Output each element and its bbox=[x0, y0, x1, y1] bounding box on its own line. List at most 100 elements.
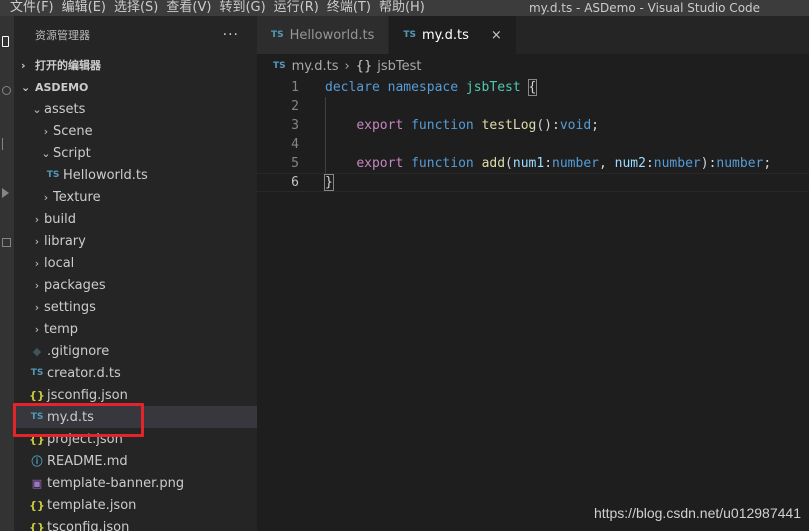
tree-label: settings bbox=[44, 299, 96, 315]
tree-label: temp bbox=[44, 321, 79, 337]
tree-label: template-banner.png bbox=[47, 475, 185, 491]
chevron-right-icon: › bbox=[21, 58, 26, 72]
more-actions-icon[interactable]: ··· bbox=[223, 27, 239, 43]
tree-label: creator.d.ts bbox=[47, 365, 121, 381]
code-line-2[interactable]: 2 bbox=[257, 97, 809, 116]
json-file-icon: {} bbox=[29, 520, 45, 531]
run-debug-icon[interactable] bbox=[2, 188, 9, 198]
git-file-icon: ◆ bbox=[32, 344, 42, 358]
chevron-right-icon: › bbox=[43, 124, 49, 138]
tree-label: Scene bbox=[53, 123, 93, 139]
project-label: ASDEMO bbox=[35, 80, 89, 94]
source-control-icon[interactable] bbox=[2, 138, 7, 150]
tab-my-d-ts[interactable]: TS my.d.ts × bbox=[389, 16, 517, 54]
explorer-header: 资源管理器 ··· bbox=[14, 16, 257, 54]
watermark: https://blog.csdn.net/u012987441 bbox=[593, 505, 801, 521]
code-text: export function add(num1:number, num2:nu… bbox=[356, 156, 772, 171]
tree-folder-script[interactable]: ⌄ Script bbox=[14, 142, 257, 164]
editor-tabs: TS Helloworld.ts TS my.d.ts × bbox=[257, 16, 809, 54]
tree-file-tsconfig[interactable]: {} tsconfig.json bbox=[14, 516, 257, 531]
breadcrumb-symbol[interactable]: jsbTest bbox=[377, 59, 421, 74]
tree-folder-local[interactable]: › local bbox=[14, 252, 257, 274]
tree-label: library bbox=[44, 233, 86, 249]
tree-label: jsconfig.json bbox=[47, 387, 128, 403]
activity-bar bbox=[0, 16, 14, 531]
code-text: declare namespace jsbTest { bbox=[325, 79, 538, 96]
json-file-icon: {} bbox=[29, 498, 45, 512]
tree-label: tsconfig.json bbox=[47, 519, 130, 531]
tree-folder-packages[interactable]: › packages bbox=[14, 274, 257, 296]
chevron-down-icon: ⌄ bbox=[32, 102, 42, 116]
code-line-3[interactable]: 3 export function testLog():void; bbox=[257, 116, 809, 135]
breadcrumb-file[interactable]: my.d.ts bbox=[292, 59, 339, 74]
tree-file-creator[interactable]: TS creator.d.ts bbox=[14, 362, 257, 384]
image-file-icon: ▣ bbox=[31, 476, 43, 490]
tree-file-readme[interactable]: ⓘ README.md bbox=[14, 450, 257, 472]
code-editor[interactable]: 1 declare namespace jsbTest { 2 3 export… bbox=[257, 78, 809, 192]
open-editors-label: 打开的编辑器 bbox=[35, 59, 101, 72]
tab-label: my.d.ts bbox=[422, 27, 469, 43]
tree-folder-temp[interactable]: › temp bbox=[14, 318, 257, 340]
tree-folder-assets[interactable]: ⌄ assets bbox=[14, 98, 257, 120]
tree-folder-texture[interactable]: › Texture bbox=[14, 186, 257, 208]
extensions-icon[interactable] bbox=[2, 238, 11, 247]
code-line-5[interactable]: 5 export function add(num1:number, num2:… bbox=[257, 154, 809, 173]
line-number: 2 bbox=[291, 99, 299, 114]
tree-file-gitignore[interactable]: ◆ .gitignore bbox=[14, 340, 257, 362]
namespace-icon: {} bbox=[355, 58, 373, 74]
code-line-6[interactable]: 6 } bbox=[257, 173, 809, 192]
tab-helloworld[interactable]: TS Helloworld.ts bbox=[257, 16, 390, 54]
tree-folder-build[interactable]: › build bbox=[14, 208, 257, 230]
tree-label: local bbox=[44, 255, 75, 271]
tree-folder-library[interactable]: › library bbox=[14, 230, 257, 252]
line-number: 6 bbox=[291, 175, 299, 190]
tree-file-helloworld[interactable]: TS Helloworld.ts bbox=[14, 164, 257, 186]
search-icon[interactable] bbox=[2, 86, 11, 95]
breadcrumb: TS my.d.ts › {} jsbTest bbox=[257, 54, 809, 78]
chevron-right-icon: › bbox=[34, 212, 40, 226]
explorer-sidebar: 资源管理器 ··· › 打开的编辑器 ⌄ ASDEMO ⌄ assets › S… bbox=[14, 16, 257, 531]
typescript-file-icon: TS bbox=[273, 61, 286, 71]
tree-label: template.json bbox=[47, 497, 137, 513]
tree-label: README.md bbox=[47, 453, 128, 469]
tree-label: build bbox=[44, 211, 76, 227]
code-text: } bbox=[324, 174, 334, 191]
line-number: 5 bbox=[291, 156, 299, 171]
tree-label: .gitignore bbox=[47, 343, 110, 359]
line-number: 4 bbox=[291, 137, 299, 152]
project-section[interactable]: ⌄ ASDEMO bbox=[14, 76, 257, 98]
chevron-right-icon: › bbox=[344, 58, 350, 74]
chevron-right-icon: › bbox=[34, 278, 40, 292]
typescript-file-icon: TS bbox=[46, 170, 60, 180]
window-title: my.d.ts - ASDemo - Visual Studio Code bbox=[528, 1, 761, 15]
editor-area: TS Helloworld.ts TS my.d.ts × TS my.d.ts… bbox=[257, 16, 809, 531]
tree-file-template-json[interactable]: {} template.json bbox=[14, 494, 257, 516]
code-line-4[interactable]: 4 bbox=[257, 135, 809, 154]
chevron-right-icon: › bbox=[34, 300, 40, 314]
chevron-down-icon: ⌄ bbox=[21, 80, 31, 94]
tab-label: Helloworld.ts bbox=[289, 27, 375, 43]
chevron-right-icon: › bbox=[43, 190, 49, 204]
tree-label: Texture bbox=[53, 189, 101, 205]
close-icon[interactable]: × bbox=[491, 28, 502, 43]
tree-file-banner[interactable]: ▣ template-banner.png bbox=[14, 472, 257, 494]
tree-label: packages bbox=[44, 277, 106, 293]
line-number: 1 bbox=[291, 80, 299, 95]
tree-label: assets bbox=[44, 101, 86, 117]
open-editors-section[interactable]: › 打开的编辑器 bbox=[14, 54, 257, 76]
explorer-title: 资源管理器 bbox=[35, 29, 90, 42]
tree-folder-scene[interactable]: › Scene bbox=[14, 120, 257, 142]
code-line-1[interactable]: 1 declare namespace jsbTest { bbox=[257, 78, 809, 97]
tree-folder-settings[interactable]: › settings bbox=[14, 296, 257, 318]
line-number: 3 bbox=[291, 118, 299, 133]
chevron-right-icon: › bbox=[34, 234, 40, 248]
typescript-file-icon: TS bbox=[403, 30, 416, 40]
json-file-icon: {} bbox=[29, 388, 45, 402]
annotation-highlight-box bbox=[13, 403, 144, 437]
typescript-file-icon: TS bbox=[271, 30, 284, 40]
window-title-container: my.d.ts - ASDemo - Visual Studio Code bbox=[0, 0, 809, 16]
title-bar: 文件(F) 编辑(E) 选择(S) 查看(V) 转到(G) 运行(R) 终端(T… bbox=[0, 0, 809, 16]
chevron-right-icon: › bbox=[34, 256, 40, 270]
chevron-right-icon: › bbox=[34, 322, 40, 336]
explorer-icon[interactable] bbox=[2, 36, 9, 47]
